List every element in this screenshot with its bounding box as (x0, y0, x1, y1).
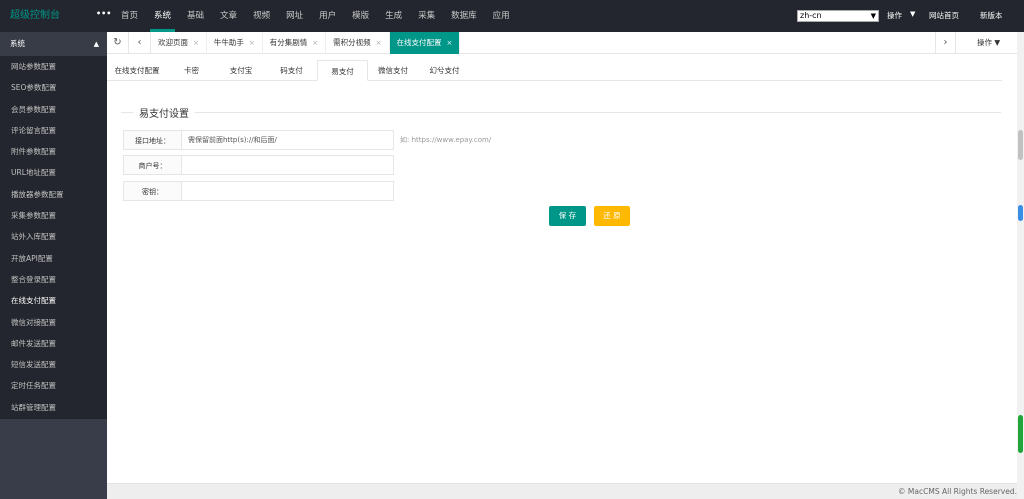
topnav-apps[interactable]: 应用 (485, 0, 518, 32)
save-button[interactable]: 保 存 (549, 206, 586, 226)
legend-divider (121, 112, 1001, 113)
topnav-user[interactable]: 用户 (311, 0, 344, 32)
sidebar-item-sitegroup-config[interactable]: 站群管理配置 (0, 397, 107, 418)
topnav-home[interactable]: 首页 (113, 0, 146, 32)
subtab-wechatpay[interactable]: 微信支付 (368, 60, 418, 81)
merchant-id-input[interactable] (181, 155, 394, 175)
top-operate-menu[interactable]: 操作 (887, 10, 902, 21)
secret-key-input[interactable] (181, 181, 394, 201)
sidebar-item-wechat-config[interactable]: 微信对接配置 (0, 312, 107, 333)
reset-button[interactable]: 还 原 (594, 206, 630, 226)
close-icon[interactable]: × (249, 39, 255, 47)
tab-label: 牛牛助手 (213, 38, 244, 47)
caret-down-icon: ▼ (994, 38, 1001, 47)
close-icon[interactable]: × (193, 39, 199, 47)
sidebar-item-seo-config[interactable]: SEO参数配置 (0, 77, 107, 98)
tab-label: 有分集剧情 (269, 38, 308, 47)
subtab-codepay[interactable]: 码支付 (266, 60, 317, 81)
top-nav: 首页 系统 基础 文章 视频 网址 用户 模版 生成 采集 数据库 应用 (113, 0, 518, 32)
tab-label: 需积分视频 (333, 38, 371, 47)
tab-episodes[interactable]: 有分集剧情 × (263, 32, 327, 54)
fieldset-legend: 易支付设置 (121, 105, 1001, 120)
merchant-label: 商户号： (123, 155, 182, 175)
sidebar-item-url-config[interactable]: URL地址配置 (0, 162, 107, 183)
language-select[interactable]: zh-cn ▼ (797, 10, 879, 22)
api-url-input[interactable]: 需保留前面http(s)://和后面/ (181, 130, 394, 150)
caret-up-icon: ▲ (93, 40, 99, 48)
chevron-left-icon[interactable]: ‹ (129, 32, 151, 54)
sidebar-item-sms-config[interactable]: 短信发送配置 (0, 354, 107, 375)
topnav-article[interactable]: 文章 (212, 0, 245, 32)
topnav-database[interactable]: 数据库 (443, 0, 485, 32)
copyright-text: © MacCMS All Rights Reserved. (898, 487, 1017, 496)
language-select-value: zh-cn (800, 11, 822, 20)
new-version-link[interactable]: 新版本 (980, 10, 1003, 21)
top-bar: 超级控制台 ••• 首页 系统 基础 文章 视频 网址 用户 模版 生成 采集 … (0, 0, 1024, 32)
form-row-api: 接口地址： 需保留前面http(s)://和后面/ 如: https://www… (123, 130, 623, 150)
close-icon[interactable]: × (447, 39, 453, 47)
sidebar-toggle-button[interactable]: ••• (96, 9, 111, 18)
sidebar-item-comment-config[interactable]: 评论留言配置 (0, 120, 107, 141)
page-tabs: 欢迎页面 × 牛牛助手 × 有分集剧情 × 需积分视频 × 在线支付配置 × (151, 32, 461, 54)
tab-payment-config[interactable]: 在线支付配置 × (389, 32, 461, 54)
tab-label: 欢迎页面 (158, 38, 188, 47)
scroll-marker (1018, 205, 1023, 221)
tab-points-video[interactable]: 需积分视频 × (326, 32, 390, 54)
legend-title: 易支付设置 (133, 105, 195, 120)
sidebar-group-label: 系统 (10, 39, 25, 48)
payment-subtabs: 在线支付配置 卡密 支付宝 码支付 易支付 微信支付 幻兮支付 (107, 60, 1002, 81)
sidebar-item-collect-config[interactable]: 采集参数配置 (0, 205, 107, 226)
sidebar-item-payment-config[interactable]: 在线支付配置 (0, 290, 107, 311)
sidebar-item-member-config[interactable]: 会员参数配置 (0, 99, 107, 120)
app-logo: 超级控制台 (10, 10, 60, 21)
tab-operate-menu[interactable]: 操作 ▼ (977, 32, 1000, 54)
refresh-icon[interactable]: ↻ (107, 32, 129, 54)
sidebar-item-api-config[interactable]: 开放API配置 (0, 248, 107, 269)
site-home-link[interactable]: 网站首页 (929, 10, 959, 21)
topnav-website[interactable]: 网址 (278, 0, 311, 32)
api-hint: 如: https://www.epay.com/ (400, 136, 492, 144)
sidebar-group-system[interactable]: 系统 ▲ (0, 32, 107, 56)
topnav-video[interactable]: 视频 (245, 0, 278, 32)
vertical-scrollbar[interactable] (1017, 32, 1024, 499)
chevron-down-icon: ▼ (870, 12, 876, 20)
main-content: 在线支付配置 卡密 支付宝 码支付 易支付 微信支付 幻兮支付 易支付设置 接口… (107, 54, 1017, 483)
chevron-right-icon[interactable]: › (935, 32, 956, 54)
status-indicator (1018, 415, 1023, 453)
api-label: 接口地址： (123, 130, 182, 150)
tab-assistant[interactable]: 牛牛助手 × (207, 32, 263, 54)
caret-down-icon: ▼ (910, 10, 916, 18)
topnav-template[interactable]: 模版 (344, 0, 377, 32)
tab-bar: ↻ ‹ 欢迎页面 × 牛牛助手 × 有分集剧情 × 需积分视频 × 在线支付配置 × › … (107, 32, 1017, 54)
sidebar-item-player-config[interactable]: 播放器参数配置 (0, 184, 107, 205)
topnav-collect[interactable]: 采集 (410, 0, 443, 32)
form-row-key: 密钥： (123, 181, 403, 201)
sidebar-menu: 系统 ▲ 网站参数配置 SEO参数配置 会员参数配置 评论留言配置 附件参数配置… (0, 32, 107, 419)
form-row-merchant: 商户号： (123, 155, 403, 175)
key-label: 密钥： (123, 181, 182, 201)
close-icon[interactable]: × (312, 39, 318, 47)
footer: © MacCMS All Rights Reserved. (107, 483, 1017, 499)
sidebar-item-email-config[interactable]: 邮件发送配置 (0, 333, 107, 354)
topnav-basic[interactable]: 基础 (179, 0, 212, 32)
sidebar: 系统 ▲ 网站参数配置 SEO参数配置 会员参数配置 评论留言配置 附件参数配置… (0, 32, 107, 499)
close-icon[interactable]: × (376, 39, 382, 47)
sidebar-item-attachment-config[interactable]: 附件参数配置 (0, 141, 107, 162)
sidebar-item-external-import[interactable]: 站外入库配置 (0, 226, 107, 247)
topnav-generate[interactable]: 生成 (377, 0, 410, 32)
sidebar-item-site-config[interactable]: 网站参数配置 (0, 56, 107, 77)
subtab-epay[interactable]: 易支付 (317, 60, 368, 81)
scrollbar-thumb[interactable] (1018, 130, 1023, 160)
topnav-system[interactable]: 系统 (146, 0, 179, 32)
subtab-alipay[interactable]: 支付宝 (216, 60, 266, 81)
tab-label: 在线支付配置 (396, 38, 442, 47)
subtab-card[interactable]: 卡密 (167, 60, 216, 81)
tab-welcome[interactable]: 欢迎页面 × (151, 32, 207, 54)
sidebar-item-timer-config[interactable]: 定时任务配置 (0, 375, 107, 396)
tab-operate-label: 操作 (977, 38, 992, 47)
subtab-huanxi-pay[interactable]: 幻兮支付 (418, 60, 471, 81)
sidebar-item-login-config[interactable]: 整合登录配置 (0, 269, 107, 290)
subtab-payment-config[interactable]: 在线支付配置 (107, 60, 167, 81)
